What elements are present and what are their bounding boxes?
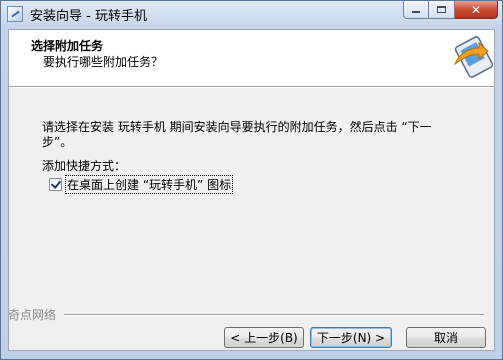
- footer-divider: [64, 314, 484, 316]
- installer-app-icon: [7, 6, 23, 22]
- page-title: 选择附加任务: [31, 39, 104, 53]
- page-subtitle: 要执行哪些附加任务？: [43, 55, 164, 69]
- maximize-icon: [437, 6, 446, 13]
- next-button[interactable]: 下一步(N) >: [310, 327, 392, 348]
- close-icon: ✕: [470, 2, 482, 17]
- desktop-icon-checkbox[interactable]: [49, 178, 62, 191]
- installer-window: 安装向导 - 玩转手机 ✕ 选择附加任务 要执行哪些附加任务？ 请选择在安装 玩…: [0, 0, 503, 360]
- instruction-text: 请选择在安装 玩转手机 期间安装向导要执行的附加任务，然后点击 “下一步”。: [42, 120, 432, 149]
- maximize-button[interactable]: [429, 1, 455, 19]
- brand-label: 奇点网络: [8, 308, 57, 322]
- window-title: 安装向导 - 玩转手机: [30, 9, 147, 24]
- phone-wizard-icon: [453, 36, 493, 78]
- wizard-client-area: 选择附加任务 要执行哪些附加任务？ 请选择在安装 玩转手机 期间安装向导要执行的…: [8, 29, 495, 351]
- desktop-icon-checkbox-label[interactable]: 在桌面上创建 “玩转手机” 图标: [64, 175, 234, 194]
- window-controls: ✕: [403, 1, 498, 20]
- minimize-icon: [412, 11, 420, 13]
- shortcut-section-label: 添加快捷方式：: [42, 159, 127, 173]
- minimize-button[interactable]: [403, 1, 429, 19]
- cancel-button[interactable]: 取消: [406, 327, 486, 348]
- title-bar[interactable]: 安装向导 - 玩转手机 ✕: [1, 1, 502, 27]
- wizard-body: 请选择在安装 玩转手机 期间安装向导要执行的附加任务，然后点击 “下一步”。 添…: [9, 88, 494, 350]
- desktop-icon-option[interactable]: 在桌面上创建 “玩转手机” 图标: [49, 175, 234, 194]
- close-button[interactable]: ✕: [455, 1, 498, 19]
- wizard-header: 选择附加任务 要执行哪些附加任务？: [9, 30, 494, 86]
- back-button[interactable]: < 上一步(B): [224, 327, 304, 348]
